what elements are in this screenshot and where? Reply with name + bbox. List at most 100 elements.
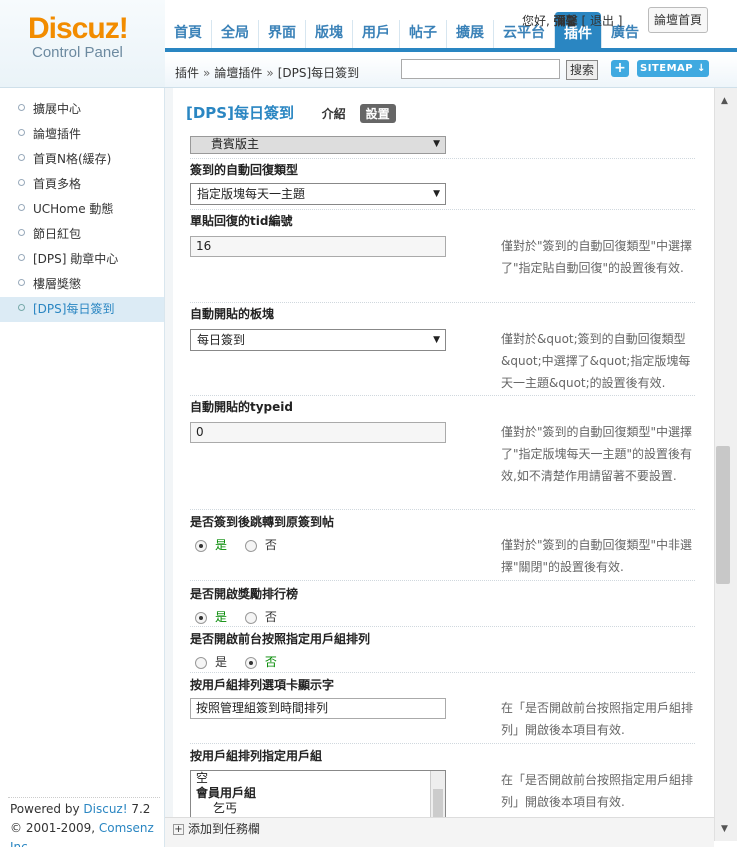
partial-select[interactable]: 貴賓版主 ▼ (190, 136, 446, 154)
list-item[interactable]: 空 (191, 771, 445, 786)
page-title: [DPS]每日簽到 (186, 104, 294, 122)
header: Discuz! Control Panel 首頁 全局 界面 版塊 用戶 帖子 … (0, 0, 737, 88)
redirect-no[interactable]: 否 (244, 538, 277, 552)
sidebar-item-label: 節日紅包 (33, 227, 82, 241)
chevron-down-icon: ▼ (433, 139, 440, 149)
radio-no-label: 否 (264, 610, 277, 624)
search-button[interactable]: 搜索 (566, 60, 598, 80)
scroll-down-icon[interactable]: ▼ (721, 824, 728, 834)
discuz-link[interactable]: Discuz! (83, 802, 127, 816)
list-item[interactable]: 乞丐 (191, 801, 445, 816)
typeid-input[interactable]: 0 (190, 422, 446, 443)
sitemap-label: SITEMAP (640, 63, 694, 74)
row-divider (190, 672, 695, 673)
sidebar-item-uchome-feed[interactable]: UCHome 動態 (0, 197, 164, 222)
usergroups-listbox[interactable]: 空 會員用戶組 乞丐 (190, 770, 446, 817)
plus-icon: + (173, 824, 184, 835)
group-order-no[interactable]: 否 (244, 655, 277, 669)
intro-link[interactable]: 介紹 (322, 107, 346, 121)
usergroups-hint: 在「是否開啟前台按照指定用戶組排列」開啟後本項目有效. (501, 773, 694, 809)
group-order-radio-group: 是 否 (195, 653, 291, 670)
partial-select-value: 貴賓版主 (211, 137, 260, 151)
radio-yes-label: 是 (215, 538, 228, 552)
footer-divider (8, 797, 160, 798)
ranking-radio-group: 是 否 (195, 608, 291, 625)
search-input[interactable] (401, 59, 560, 79)
tab-extensions[interactable]: 擴展 (446, 20, 493, 48)
radio-checked-icon (195, 611, 207, 624)
auto-post-forum-value: 每日簽到 (197, 333, 246, 347)
tab-home[interactable]: 首頁 (165, 20, 211, 48)
typeid-label: 自動開貼的typeid (190, 400, 293, 414)
bullet-icon (18, 104, 25, 111)
settings-tab[interactable]: 設置 (359, 104, 396, 123)
sidebar-item-home-multi-grid[interactable]: 首頁多格 (0, 172, 164, 197)
sidebar-item-floor-rewards[interactable]: 樓層獎懲 (0, 272, 164, 297)
logout-link[interactable]: [ 退出 ] (582, 14, 623, 28)
breadcrumb-forum-plugins[interactable]: 論壇插件 (214, 66, 262, 80)
typeid-hint: 僅對於"簽到的自動回復類型"中選擇了"指定版塊每天一主題"的設置後有效,如不清楚… (501, 425, 693, 483)
sidebar-item-label: 樓層獎懲 (33, 277, 82, 291)
row-divider (190, 209, 695, 210)
radio-yes-label: 是 (215, 610, 228, 624)
powered-label: Powered by (10, 802, 80, 816)
reply-tid-input[interactable]: 16 (190, 236, 446, 257)
page-scrollbar[interactable]: ▲ ▼ (714, 88, 737, 841)
bullet-icon (18, 304, 25, 311)
tab-forums[interactable]: 版塊 (305, 20, 352, 48)
breadcrumb-current: [DPS]每日簽到 (277, 66, 360, 80)
redirect-hint: 僅對於"簽到的自動回復類型"中非選擇"關閉"的設置後有效. (501, 538, 693, 574)
add-to-taskbar-link[interactable]: + 添加到任務欄 (173, 820, 260, 837)
logo[interactable]: Discuz! Control Panel (0, 0, 165, 88)
breadcrumb-bar: 插件» 論壇插件» [DPS]每日簽到 搜索 + SITEMAP ↓ (165, 56, 737, 88)
scroll-thumb[interactable] (433, 789, 443, 817)
usergroups-label: 按用戶組排列指定用戶組 (190, 749, 323, 763)
redirect-radio-group: 是 否 (195, 536, 291, 553)
radio-unchecked-icon (244, 539, 257, 552)
listbox-scrollbar[interactable] (430, 771, 445, 817)
ranking-no[interactable]: 否 (244, 610, 277, 624)
scroll-thumb[interactable] (716, 446, 730, 584)
sidebar-item-holiday-redpacket[interactable]: 節日紅包 (0, 222, 164, 247)
group-order-yes[interactable]: 是 (195, 655, 227, 669)
download-arrow-icon: ↓ (697, 63, 706, 74)
tab-posts[interactable]: 帖子 (399, 20, 446, 48)
powered-by: Powered by Discuz! 7.2 (10, 800, 164, 819)
breadcrumb-sep: » (203, 66, 211, 80)
user-info: 您好, 彌馨 [ 退出 ] (522, 12, 623, 29)
sidebar-item-daily-signin[interactable]: [DPS]每日簽到 (0, 297, 164, 322)
tab-text-hint: 在「是否開啟前台按照指定用戶組排列」開啟後本項目有效. (501, 701, 694, 737)
redirect-yes[interactable]: 是 (195, 538, 227, 552)
tab-interface[interactable]: 界面 (258, 20, 305, 48)
sidebar-item-forum-plugins[interactable]: 論壇插件 (0, 122, 164, 147)
bottom-bar: + 添加到任務欄 (165, 817, 714, 847)
sidebar-item-medal-center[interactable]: [DPS] 勛章中心 (0, 247, 164, 272)
bullet-icon (18, 204, 25, 211)
tab-text-input[interactable]: 按照管理組簽到時間排列 (190, 698, 446, 719)
row-divider (190, 158, 695, 159)
auto-post-forum-select[interactable]: 每日簽到 ▼ (190, 329, 446, 351)
row-divider (190, 509, 695, 510)
ranking-yes[interactable]: 是 (195, 610, 227, 624)
radio-no-label: 否 (264, 655, 277, 669)
tab-global[interactable]: 全局 (211, 20, 258, 48)
version: 7.2 (131, 802, 151, 816)
sidebar-menu: 擴展中心 論壇插件 首頁N格(緩存) 首頁多格 UCHome 動態 節日紅包 [… (0, 97, 164, 322)
sidebar-item-home-n-grid[interactable]: 首頁N格(緩存) (0, 147, 164, 172)
radio-no-label: 否 (264, 538, 277, 552)
add-shortcut-button[interactable]: + (611, 60, 629, 77)
sidebar-item-label: [DPS] 勛章中心 (33, 252, 119, 266)
sidebar-item-label: UCHome 動態 (33, 202, 114, 216)
sidebar-item-label: 擴展中心 (33, 102, 82, 116)
sidebar-item-extension-center[interactable]: 擴展中心 (0, 97, 164, 122)
radio-unchecked-icon (244, 611, 257, 624)
tab-users[interactable]: 用戶 (352, 20, 399, 48)
sitemap-button[interactable]: SITEMAP ↓ (637, 60, 709, 77)
forum-home-button[interactable]: 論壇首頁 (648, 7, 708, 33)
add-to-taskbar-label: 添加到任務欄 (188, 822, 261, 836)
row-divider (190, 580, 695, 581)
autoreply-type-select[interactable]: 指定版塊每天一主題 ▼ (190, 183, 446, 205)
greeting: 您好, (522, 14, 550, 28)
scroll-up-icon[interactable]: ▲ (721, 96, 728, 106)
breadcrumb-plugins[interactable]: 插件 (175, 66, 199, 80)
